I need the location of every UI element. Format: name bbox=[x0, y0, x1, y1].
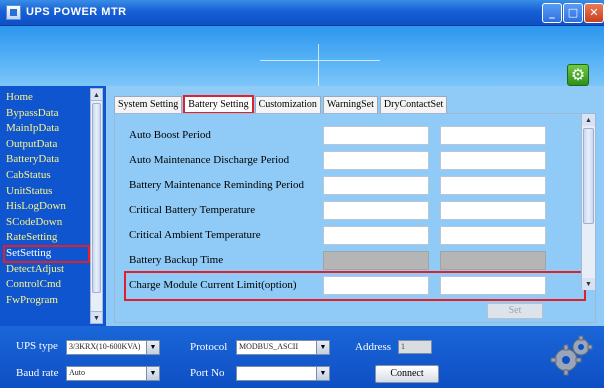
settings-tabs: System Setting Battery Setting Customiza… bbox=[114, 95, 449, 114]
sidebar-item-hislogdown[interactable]: HisLogDown bbox=[4, 199, 89, 215]
setting-value-field[interactable] bbox=[323, 151, 429, 170]
setting-value-field[interactable] bbox=[323, 276, 429, 295]
setting-row: Critical Battery Temperature bbox=[129, 201, 581, 221]
minimize-button[interactable]: _ bbox=[542, 3, 562, 23]
sidebar-item-bypassdata[interactable]: BypassData bbox=[4, 106, 89, 122]
sidebar-item-detectadjust[interactable]: DetectAdjust bbox=[4, 262, 89, 278]
setting-value-field[interactable] bbox=[323, 226, 429, 245]
ups-type-select[interactable]: 3/3KRX(10-600KVA) ▼ bbox=[66, 340, 160, 355]
gears-logo-icon bbox=[550, 335, 593, 376]
setting-value-field[interactable] bbox=[440, 126, 546, 145]
ups-type-value: 3/3KRX(10-600KVA) bbox=[69, 342, 141, 351]
chevron-down-icon[interactable]: ▼ bbox=[146, 367, 159, 380]
chevron-down-icon[interactable]: ▼ bbox=[146, 341, 159, 354]
setting-row: Auto Boost Period bbox=[129, 126, 581, 146]
main-content: System Setting Battery Setting Customiza… bbox=[106, 86, 604, 326]
tab-system-setting[interactable]: System Setting bbox=[114, 96, 183, 113]
setting-row-highlighted: Charge Module Current Limit(option) bbox=[124, 271, 586, 301]
window-title: UPS POWER MTR bbox=[26, 6, 127, 18]
setting-value-field[interactable] bbox=[440, 276, 546, 295]
setting-row: Battery Backup Time bbox=[129, 251, 581, 271]
setting-value-field-disabled bbox=[323, 251, 429, 270]
sidebar-item-unitstatus[interactable]: UnitStatus bbox=[4, 184, 89, 200]
setting-label: Critical Ambient Temperature bbox=[129, 229, 261, 241]
setting-label: Battery Backup Time bbox=[129, 254, 224, 266]
set-button[interactable]: Set bbox=[487, 303, 543, 319]
baud-rate-label: Baud rate bbox=[16, 367, 59, 379]
sidebar-item-scodedown[interactable]: SCodeDown bbox=[4, 215, 89, 231]
protocol-value: MODBUS_ASCII bbox=[239, 342, 299, 351]
setting-label: Auto Boost Period bbox=[129, 129, 211, 141]
sidebar-nav-list: Home BypassData MainIpData OutputData Ba… bbox=[3, 90, 90, 309]
scrollbar-thumb[interactable] bbox=[583, 128, 594, 224]
sidebar-item-batterydata[interactable]: BatteryData bbox=[4, 152, 89, 168]
baud-rate-select[interactable]: Auto ▼ bbox=[66, 366, 160, 381]
port-no-select[interactable]: ▼ bbox=[236, 366, 330, 381]
setting-value-field[interactable] bbox=[440, 151, 546, 170]
sidebar-item-outputdata[interactable]: OutputData bbox=[4, 137, 89, 153]
sidebar-item-mainipdata[interactable]: MainIpData bbox=[4, 121, 89, 137]
chevron-down-icon[interactable]: ▼ bbox=[316, 367, 329, 380]
maximize-button[interactable]: □ bbox=[563, 3, 583, 23]
setting-row: Auto Maintenance Discharge Period bbox=[129, 151, 581, 171]
setting-value-field[interactable] bbox=[323, 126, 429, 145]
protocol-select[interactable]: MODBUS_ASCII ▼ bbox=[236, 340, 330, 355]
header-banner: ⚙ bbox=[0, 26, 604, 86]
baud-rate-value: Auto bbox=[69, 368, 85, 377]
setting-value-field-disabled bbox=[440, 251, 546, 270]
connect-button[interactable]: Connect bbox=[375, 365, 439, 383]
setting-label: Charge Module Current Limit(option) bbox=[129, 279, 297, 291]
panel-scrollbar[interactable]: ▲ ▼ bbox=[581, 114, 595, 290]
address-field[interactable]: 1 bbox=[398, 340, 432, 354]
sidebar-scrollbar[interactable]: ▲ ▼ bbox=[90, 88, 103, 324]
setting-value-field[interactable] bbox=[323, 176, 429, 195]
tab-drycontactset[interactable]: DryContactSet bbox=[379, 96, 448, 113]
tab-battery-setting[interactable]: Battery Setting bbox=[183, 95, 254, 114]
sidebar-item-fwprogram[interactable]: FwProgram bbox=[4, 293, 89, 309]
battery-setting-panel: Auto Boost Period Auto Maintenance Disch… bbox=[114, 113, 596, 323]
setting-label: Auto Maintenance Discharge Period bbox=[129, 154, 290, 166]
setting-value-field[interactable] bbox=[440, 176, 546, 195]
setting-value-field[interactable] bbox=[440, 226, 546, 245]
scrollbar-thumb[interactable] bbox=[92, 103, 101, 293]
close-button[interactable]: ✕ bbox=[584, 3, 604, 23]
banner-flare bbox=[318, 44, 319, 86]
setting-value-field[interactable] bbox=[440, 201, 546, 220]
setting-value-field[interactable] bbox=[323, 201, 429, 220]
setting-row: Battery Maintenance Reminding Period bbox=[129, 176, 581, 196]
port-no-label: Port No bbox=[190, 367, 225, 379]
sidebar-item-setsetting[interactable]: SetSetting bbox=[3, 244, 90, 263]
scroll-down-arrow-icon[interactable]: ▼ bbox=[582, 278, 595, 290]
setting-row: Critical Ambient Temperature bbox=[129, 226, 581, 246]
setting-label: Critical Battery Temperature bbox=[129, 204, 256, 216]
protocol-label: Protocol bbox=[190, 341, 228, 353]
settings-gear-icon[interactable]: ⚙ bbox=[567, 64, 589, 86]
sidebar-item-home[interactable]: Home bbox=[4, 90, 89, 106]
scroll-up-arrow-icon[interactable]: ▲ bbox=[582, 114, 595, 126]
chevron-down-icon[interactable]: ▼ bbox=[316, 341, 329, 354]
sidebar-item-cabstatus[interactable]: CabStatus bbox=[4, 168, 89, 184]
setting-label: Battery Maintenance Reminding Period bbox=[129, 179, 305, 191]
scroll-down-arrow-icon[interactable]: ▼ bbox=[91, 311, 102, 323]
tab-customization[interactable]: Customization bbox=[254, 96, 321, 113]
tab-warningset[interactable]: WarningSet bbox=[322, 96, 378, 113]
ups-type-label: UPS type bbox=[16, 340, 58, 352]
sidebar-item-controlcmd[interactable]: ControlCmd bbox=[4, 277, 89, 293]
connection-bar: UPS type 3/3KRX(10-600KVA) ▼ Protocol MO… bbox=[0, 326, 604, 388]
sidebar-item-ratesetting[interactable]: RateSetting bbox=[4, 230, 89, 246]
title-bar: UPS POWER MTR _ □ ✕ bbox=[0, 0, 604, 26]
app-icon bbox=[6, 5, 21, 20]
address-label: Address bbox=[355, 341, 392, 353]
sidebar: Home BypassData MainIpData OutputData Ba… bbox=[0, 86, 106, 326]
banner-flare bbox=[260, 60, 380, 61]
scroll-up-arrow-icon[interactable]: ▲ bbox=[91, 89, 102, 101]
